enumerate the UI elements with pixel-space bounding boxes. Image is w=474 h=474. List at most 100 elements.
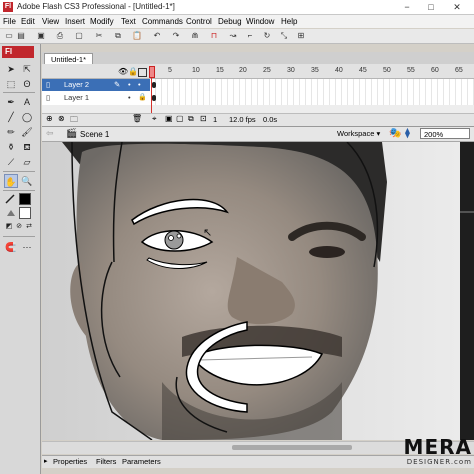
minimize-button[interactable]: −	[396, 0, 418, 14]
eyedropper-icon[interactable]: ⟋	[4, 155, 18, 169]
lock-dot-icon[interactable]: •	[138, 79, 141, 91]
frame-number: 60	[431, 67, 439, 74]
frame-number: 15	[216, 67, 224, 74]
smooth-icon[interactable]: ↝	[228, 31, 238, 41]
eraser-icon[interactable]: ▱	[20, 155, 34, 169]
pencil-icon[interactable]: ✏	[4, 125, 18, 139]
edit-scene-icon[interactable]: 🎭	[389, 128, 401, 139]
stroke-color-swatch[interactable]	[19, 193, 31, 205]
workspace-label[interactable]: Workspace	[337, 129, 374, 138]
insert-folder-icon[interactable]: 🗀	[70, 114, 78, 128]
playhead-handle[interactable]	[149, 66, 155, 78]
lasso-icon[interactable]: ʘ	[20, 77, 34, 91]
copy-icon[interactable]: ⧉	[113, 31, 123, 41]
snap-option-icon[interactable]: 🧲	[4, 240, 18, 254]
frame-number: 35	[311, 67, 319, 74]
undo-icon[interactable]: ↶	[152, 31, 162, 41]
onion-skin-icon[interactable]: ▣	[165, 114, 173, 123]
stage[interactable]	[42, 142, 474, 440]
menu-debug[interactable]: Debug	[218, 17, 242, 26]
back-arrow-icon[interactable]: ⇦	[46, 128, 54, 139]
scene-icon: 🎬	[66, 128, 78, 138]
add-guide-icon[interactable]: ⊗	[58, 114, 65, 123]
scale-icon[interactable]: ⤡	[279, 31, 289, 41]
text-icon[interactable]: A	[20, 95, 34, 109]
layer-row-layer-2[interactable]: ▯ Layer 2 ✎ • •	[42, 79, 150, 91]
snap-to-objects-icon[interactable]: ⊓	[209, 31, 219, 41]
new-file-icon[interactable]: ▭	[4, 31, 14, 41]
tab-properties[interactable]: Properties	[53, 457, 87, 466]
delete-layer-icon[interactable]: 🗑	[132, 114, 142, 123]
outline-all-icon[interactable]	[138, 68, 147, 77]
tab-filters[interactable]: Filters	[96, 457, 116, 466]
edit-multiple-frames-icon[interactable]: ⧉	[188, 114, 194, 124]
rotate-icon[interactable]: ↻	[262, 31, 272, 41]
menu-view[interactable]: View	[42, 17, 59, 26]
onion-markers-icon[interactable]: ⊡	[200, 114, 207, 123]
free-transform-icon[interactable]: ⬚	[4, 77, 18, 91]
smooth-option-icon[interactable]: ⋯	[20, 240, 34, 254]
default-colors-icon[interactable]: ◩	[4, 222, 14, 232]
visibility-dot-icon[interactable]: •	[128, 79, 131, 91]
zoom-icon[interactable]: 🔍	[20, 174, 34, 188]
visibility-dot-icon[interactable]: •	[128, 92, 131, 104]
no-color-icon[interactable]: ⊘	[14, 222, 24, 232]
layer-name[interactable]: Layer 1	[64, 92, 89, 104]
layer-row-layer-1[interactable]: ▯ Layer 1 • 🔒	[42, 92, 150, 104]
flash-badge: Fl	[2, 46, 34, 58]
arrow-icon[interactable]: ➤	[4, 62, 18, 76]
close-button[interactable]: ✕	[446, 0, 468, 14]
redo-icon[interactable]: ↷	[171, 31, 181, 41]
menu-help[interactable]: Help	[281, 17, 297, 26]
onion-outline-icon[interactable]: ▢	[176, 114, 184, 123]
fill-color-swatch[interactable]	[19, 207, 31, 219]
insert-layer-icon[interactable]: ⊕	[46, 114, 53, 123]
menu-window[interactable]: Window	[246, 17, 274, 26]
maximize-button[interactable]: □	[420, 0, 442, 14]
align-icon[interactable]: ⊞	[296, 31, 306, 41]
stroke-color-icon[interactable]	[5, 194, 17, 204]
lock-icon[interactable]: 🔒	[138, 92, 147, 104]
scrollbar-thumb[interactable]	[232, 445, 352, 450]
open-icon[interactable]: ▤	[16, 31, 26, 41]
menu-edit[interactable]: Edit	[21, 17, 35, 26]
lock-all-icon[interactable]: 🔒	[128, 67, 138, 76]
frames-grid[interactable]	[150, 79, 474, 105]
brush-icon[interactable]: 🖌	[20, 125, 34, 139]
cut-icon[interactable]: ✂	[94, 31, 104, 41]
save-icon[interactable]: ▣	[36, 31, 46, 41]
swap-colors-icon[interactable]: ⇄	[24, 222, 34, 232]
expand-arrow-icon[interactable]: ▸	[44, 457, 48, 465]
menu-control[interactable]: Control	[186, 17, 212, 26]
hand-icon[interactable]: ✋	[4, 174, 18, 188]
show-hide-all-icon[interactable]: 👁	[118, 67, 128, 76]
fill-color-icon[interactable]	[5, 208, 17, 218]
line-icon[interactable]: ╱	[4, 110, 18, 124]
print-preview-icon[interactable]: ▢	[74, 31, 84, 41]
pen-icon[interactable]: ✒	[4, 95, 18, 109]
paste-icon[interactable]: 📋	[132, 31, 142, 41]
print-icon[interactable]: ⎙	[55, 31, 65, 41]
edit-symbols-icon[interactable]: ⧫	[405, 128, 410, 139]
watermark-title: MERA	[403, 435, 472, 459]
subselect-icon[interactable]: ⇱	[20, 62, 34, 76]
oval-icon[interactable]: ◯	[20, 110, 34, 124]
menu-modify[interactable]: Modify	[90, 17, 114, 26]
tab-parameters[interactable]: Parameters	[122, 457, 161, 466]
menu-file[interactable]: File	[3, 17, 16, 26]
center-frame-icon[interactable]: ⌖	[152, 114, 157, 124]
snap-magnet-icon[interactable]: ⋒	[190, 31, 200, 41]
menu-insert[interactable]: Insert	[65, 17, 85, 26]
zoom-select[interactable]: 200%	[420, 128, 470, 139]
frame-number: 55	[407, 67, 415, 74]
paint-bucket-icon[interactable]: ⛾	[20, 140, 34, 154]
layer-name[interactable]: Layer 2	[64, 79, 89, 91]
menu-commands[interactable]: Commands	[142, 17, 183, 26]
frame-number: 10	[192, 67, 200, 74]
ink-bottle-icon[interactable]: ⚱	[4, 140, 18, 154]
workspace-menu[interactable]: Workspace ▾	[337, 129, 380, 138]
scene-name[interactable]: Scene 1	[80, 130, 109, 139]
stage-edge	[460, 142, 474, 440]
menu-text[interactable]: Text	[121, 17, 136, 26]
straighten-icon[interactable]: ⌐	[245, 31, 255, 41]
